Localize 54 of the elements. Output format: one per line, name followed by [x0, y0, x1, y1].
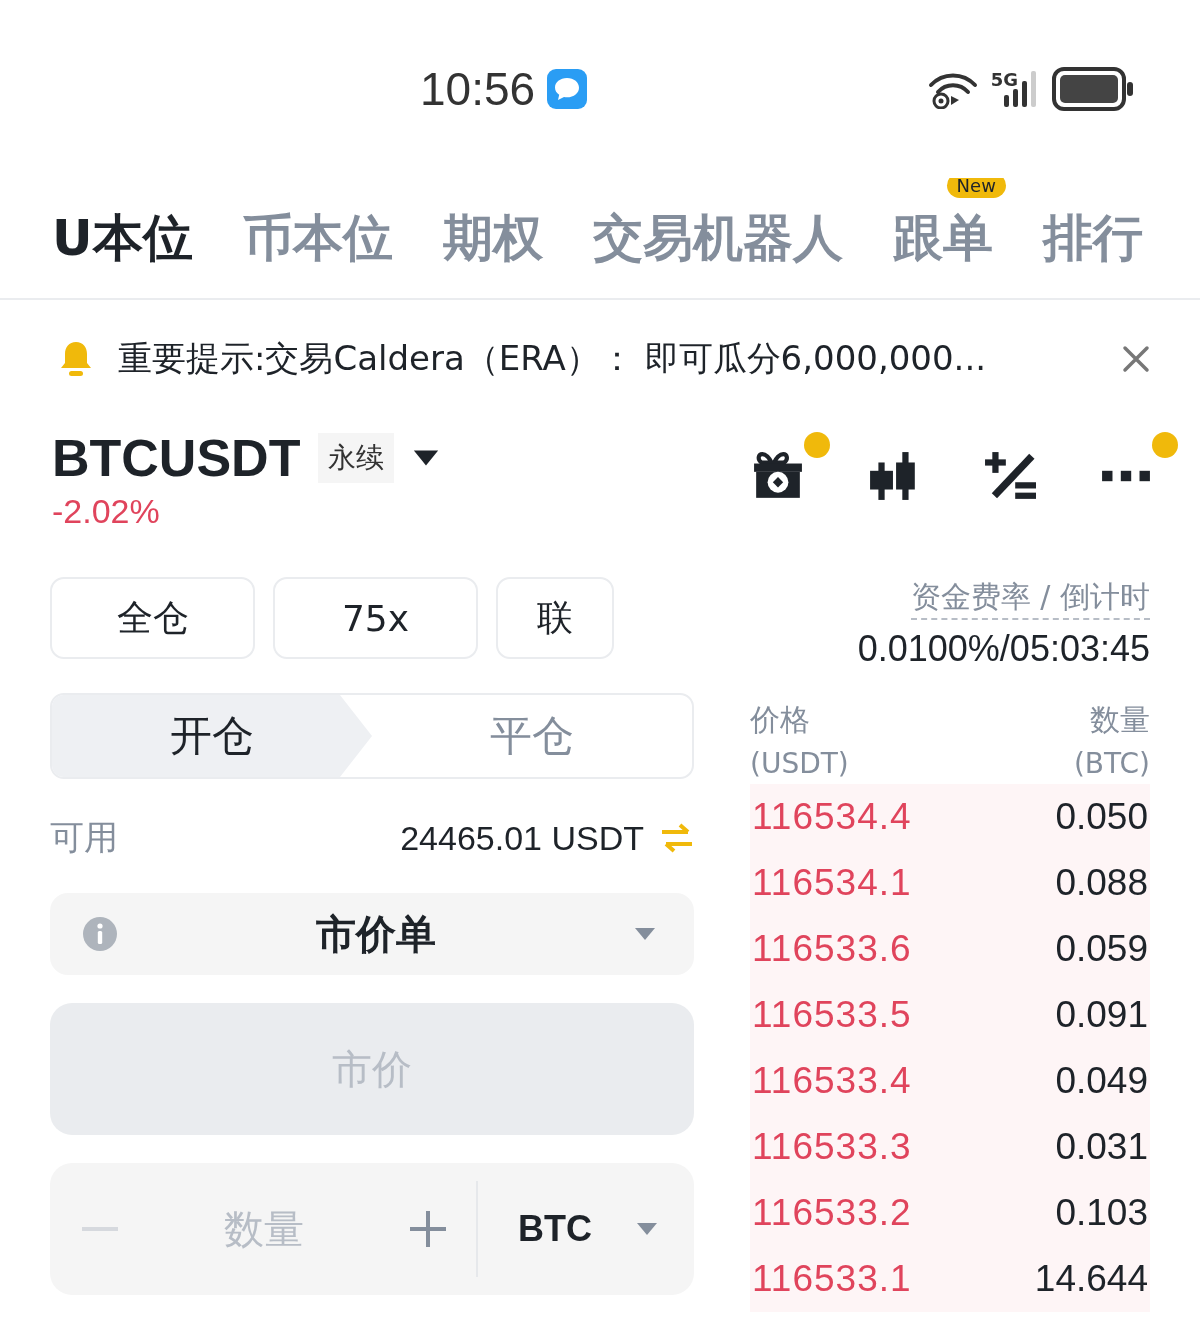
battery-icon	[1052, 67, 1134, 111]
margin-button[interactable]: 全仓	[50, 577, 255, 659]
funding-rate: 0.0100%/05:03:45	[856, 628, 1150, 670]
nav-tab[interactable]: 排行	[1042, 204, 1143, 272]
calculator-icon[interactable]	[984, 450, 1036, 502]
quantity-field[interactable]: 数量	[118, 1205, 410, 1253]
nav-tab[interactable]: 跟单	[892, 204, 993, 272]
margin-button[interactable]: 联	[496, 577, 614, 659]
order-type: 市价单	[315, 909, 437, 959]
nav-tab[interactable]: 期权	[442, 204, 543, 272]
clock: 10:56	[420, 62, 536, 116]
ask-price[interactable]: 116533.1	[752, 1258, 912, 1300]
ask-amount: 0.103	[1055, 1192, 1148, 1234]
ask-price[interactable]: 116533.6	[752, 928, 912, 970]
ask-amount: 0.049	[1055, 1060, 1148, 1102]
symbol[interactable]: BTCUSDT	[52, 428, 301, 488]
nav-tab[interactable]: 交易机器人	[592, 204, 843, 272]
price-change: -2.02%	[52, 492, 161, 531]
margin-button[interactable]: 75x	[273, 577, 478, 659]
message-icon	[547, 69, 588, 109]
ask-price[interactable]: 116533.4	[752, 1060, 912, 1102]
unit-selector[interactable]: BTC	[518, 1208, 592, 1250]
close-icon[interactable]	[1122, 345, 1150, 373]
plus-icon[interactable]	[410, 1211, 446, 1247]
available-balance: 24465.01 USDT	[400, 818, 644, 858]
nav-tab[interactable]: U本位	[52, 204, 193, 272]
funding-rate-label[interactable]: 资金费率 / 倒计时	[910, 577, 1150, 620]
ask-amount: 14.644	[1034, 1258, 1148, 1300]
ask-amount: 0.091	[1055, 994, 1148, 1036]
ask-price[interactable]: 116534.4	[752, 796, 912, 838]
nav-tab[interactable]: 币本位	[242, 204, 393, 272]
network-label: 5G	[990, 69, 1018, 90]
ask-price[interactable]: 116534.1	[752, 862, 912, 904]
column-header: 价格	[750, 701, 811, 739]
info-icon	[82, 916, 118, 952]
order-tab[interactable]: 平仓	[372, 695, 692, 777]
column-unit: (BTC)	[1073, 747, 1150, 780]
ask-price[interactable]: 116533.3	[752, 1126, 912, 1168]
ask-amount: 0.031	[1055, 1126, 1148, 1168]
caret-icon	[634, 927, 656, 941]
ask-amount: 0.088	[1055, 862, 1148, 904]
ask-amount: 0.059	[1055, 928, 1148, 970]
contract-tag: 永续	[318, 433, 395, 483]
column-unit: (USDT)	[750, 747, 849, 780]
order-tab[interactable]: 开仓	[52, 695, 372, 777]
column-header: 数量	[1090, 701, 1150, 739]
caret-icon	[636, 1222, 658, 1236]
notice-text[interactable]: 重要提示:交易Caldera（ERA）： 即可瓜分6,000,000...	[118, 336, 1100, 382]
order-type-dropdown[interactable]: 市价单	[50, 893, 694, 975]
ask-amount: 0.050	[1055, 796, 1148, 838]
new-badge: New	[946, 178, 1006, 198]
ask-price[interactable]: 116533.5	[752, 994, 912, 1036]
ask-price[interactable]: 116533.2	[752, 1192, 912, 1234]
available-label: 可用	[50, 816, 118, 859]
